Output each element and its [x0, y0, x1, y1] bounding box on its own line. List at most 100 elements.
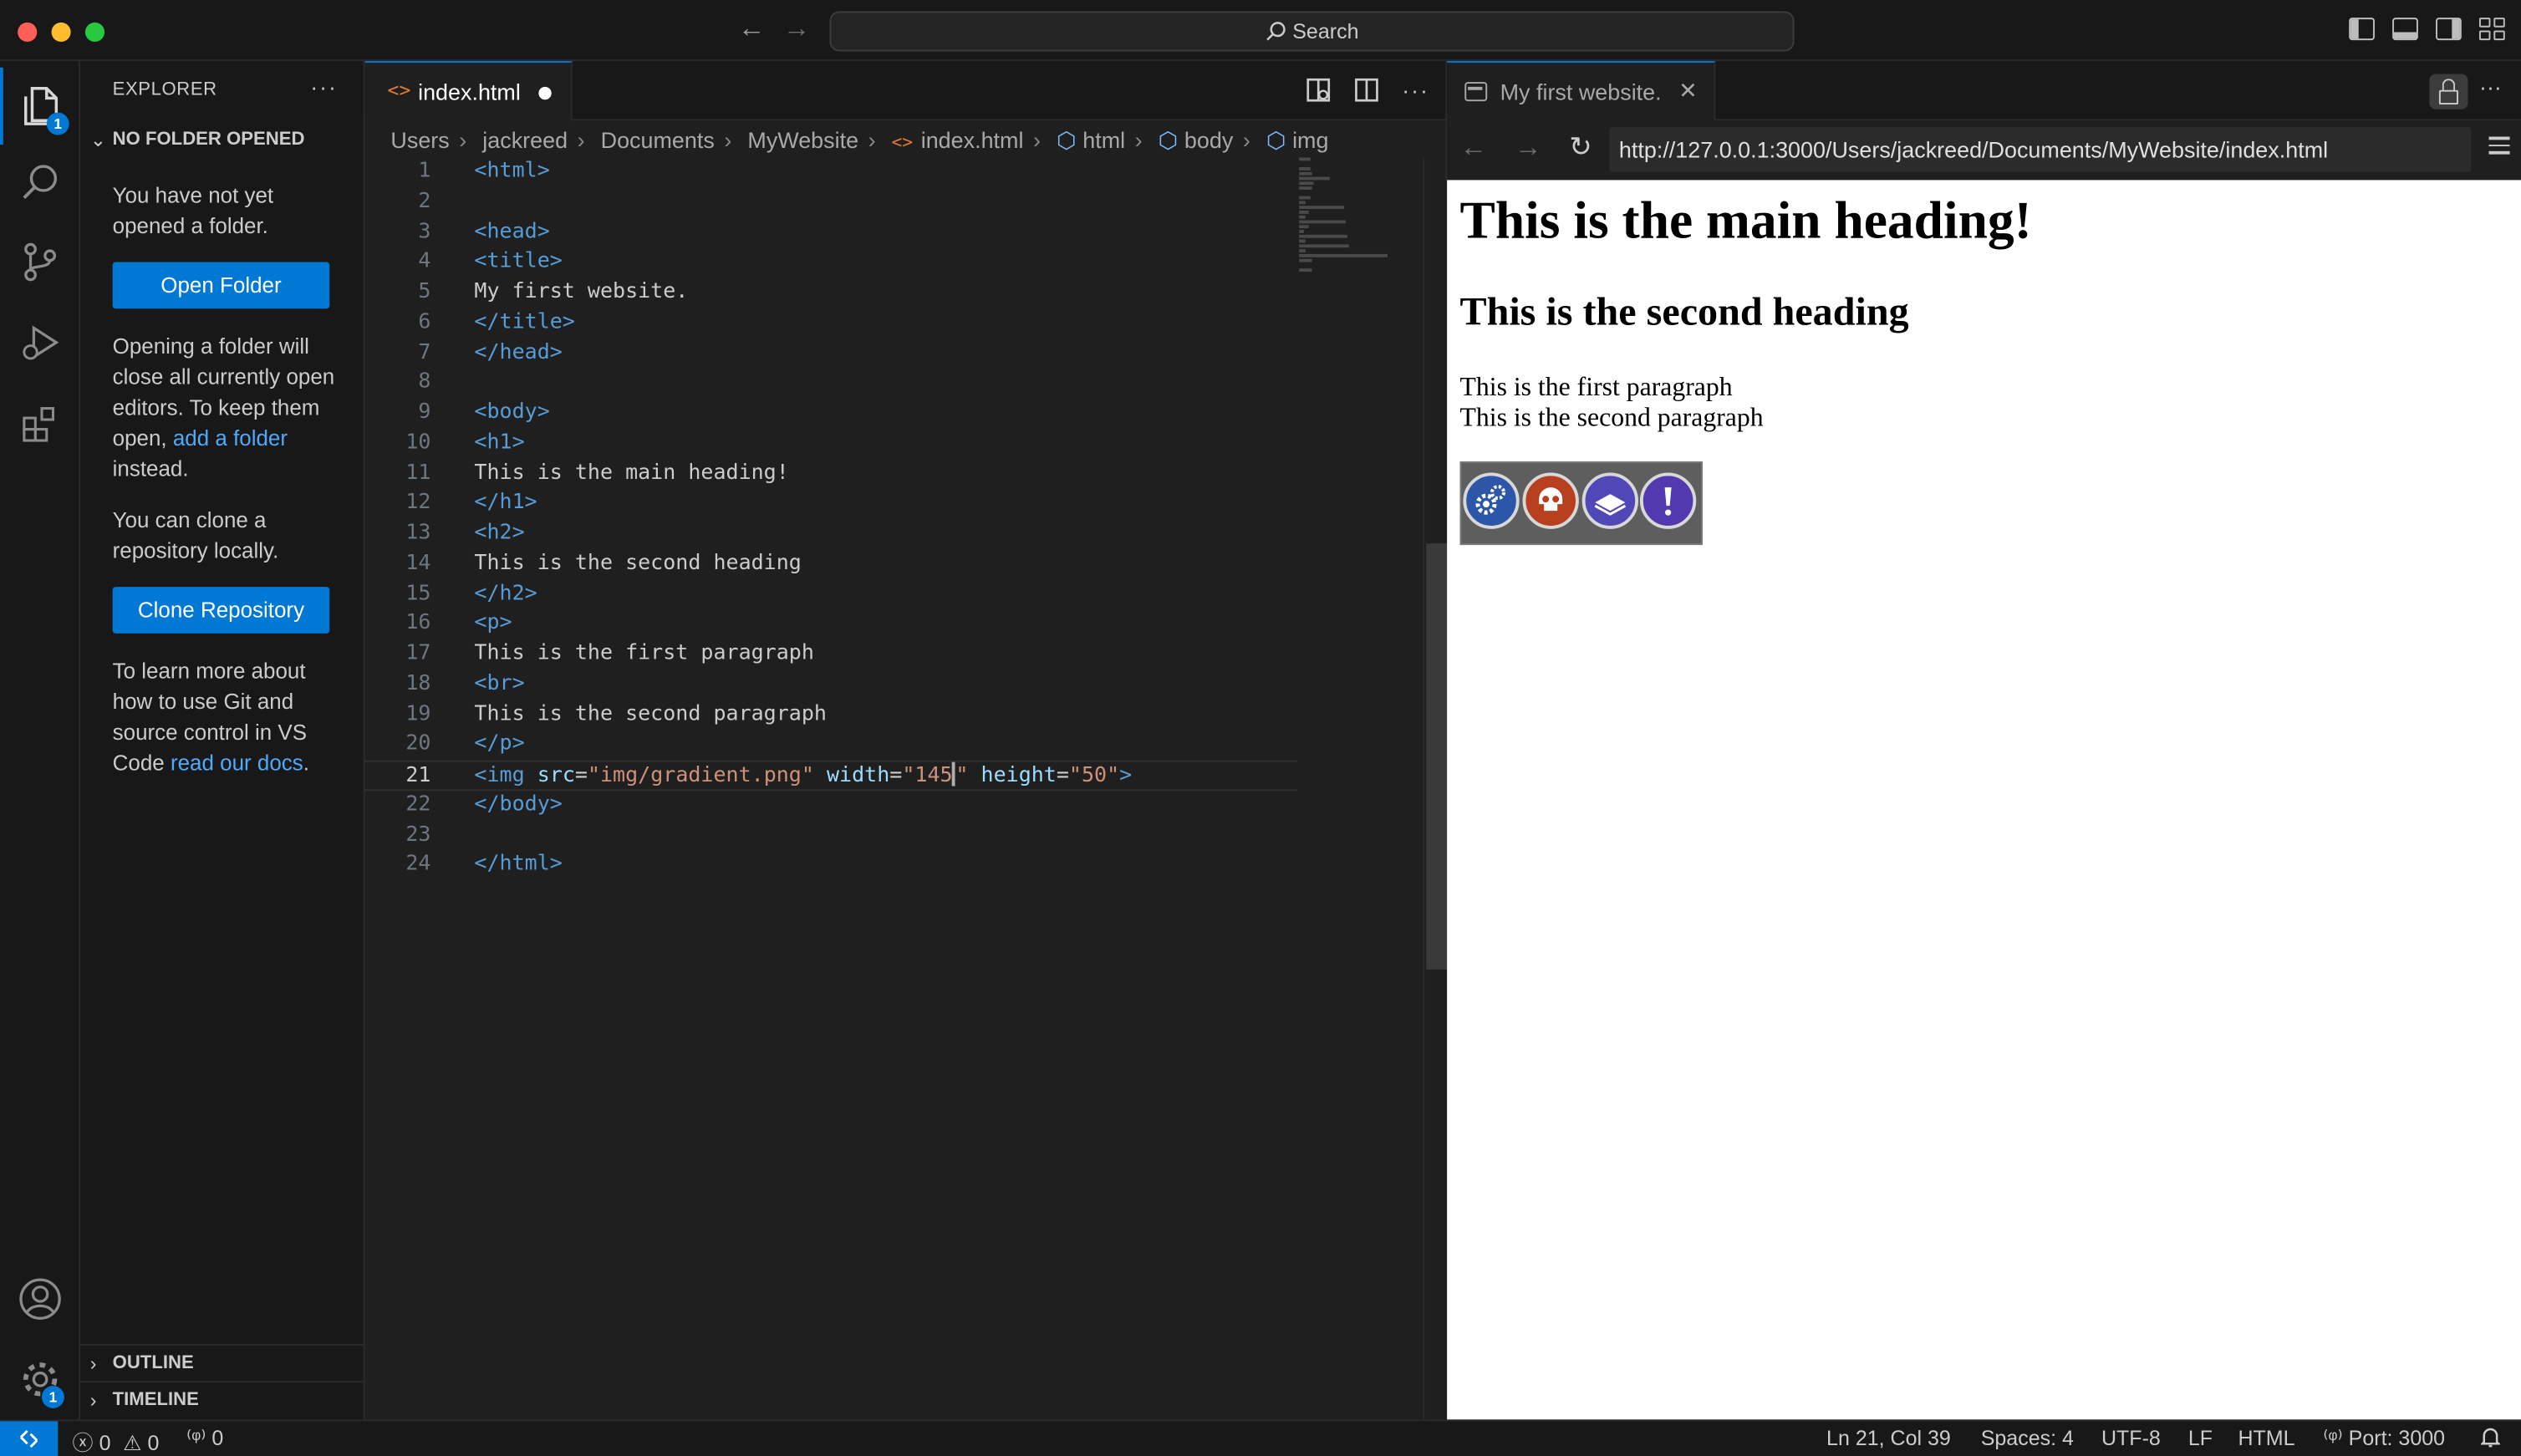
- breadcrumb-item[interactable]: img: [1292, 127, 1328, 153]
- add-folder-link[interactable]: add a folder: [173, 426, 288, 451]
- more-actions-icon[interactable]: ···: [2479, 74, 2502, 99]
- breadcrumb-item[interactable]: html: [1082, 127, 1125, 153]
- code-line[interactable]: 22 </body>: [365, 791, 1298, 821]
- line-number: 7: [418, 339, 431, 364]
- accounts-activity[interactable]: [0, 1260, 80, 1337]
- code-line[interactable]: 17 This is the first paragraph: [365, 640, 1298, 670]
- code-line[interactable]: 3 <head>: [365, 218, 1298, 248]
- code-line[interactable]: 12 </h1>: [365, 489, 1298, 519]
- problems-status[interactable]: ⓧ 0 ⚠ 0: [73, 1426, 160, 1456]
- forward-arrow-icon[interactable]: →: [783, 13, 811, 44]
- refresh-icon[interactable]: ↻: [1569, 132, 1592, 164]
- split-editor-icon[interactable]: [1354, 77, 1380, 103]
- breadcrumb-item[interactable]: body: [1184, 127, 1233, 153]
- breadcrumb-item[interactable]: Documents: [601, 127, 715, 153]
- editor-scrollbar[interactable]: [1423, 157, 1448, 1420]
- extensions-activity[interactable]: [0, 386, 80, 463]
- live-server-port-status[interactable]: ⁽ᵠ⁾ Port: 3000: [2323, 1426, 2445, 1452]
- unsaved-dot-icon[interactable]: [538, 86, 552, 100]
- code-text: </title>: [474, 308, 574, 339]
- outline-section-header[interactable]: › OUTLINE: [80, 1346, 364, 1381]
- code-token: </h1>: [474, 491, 537, 515]
- breadcrumb: Users › jackreed › Documents › MyWebsite › <…: [390, 126, 1329, 153]
- notifications-bell-icon[interactable]: [2479, 1426, 2502, 1453]
- source-control-activity[interactable]: [0, 223, 80, 300]
- encoding-status[interactable]: UTF-8: [2101, 1426, 2161, 1450]
- code-line[interactable]: 15 </h2>: [365, 579, 1298, 609]
- breadcrumb-item[interactable]: index.html: [921, 127, 1024, 153]
- code-token: <title>: [474, 249, 563, 274]
- code-line[interactable]: 16 <p>: [365, 609, 1298, 639]
- code-line[interactable]: 4 <title>: [365, 248, 1298, 278]
- url-input[interactable]: http://127.0.0.1:3000/Users/jackreed/Doc…: [1609, 126, 2472, 172]
- run-debug-activity[interactable]: [0, 304, 80, 381]
- open-preview-icon[interactable]: [1306, 77, 1332, 103]
- search-activity[interactable]: [0, 145, 80, 221]
- code-line[interactable]: 2: [365, 188, 1298, 218]
- code-text: <h1>: [474, 429, 524, 459]
- vscode-window: ← → Search 1 1 EXPLORER ··· ⌄ NO FOLDER …: [0, 0, 2521, 1456]
- lock-group-button[interactable]: [2429, 74, 2468, 109]
- code-line[interactable]: 1 <html>: [365, 157, 1298, 187]
- no-folder-section-header[interactable]: ⌄ NO FOLDER OPENED: [80, 122, 364, 157]
- code-line[interactable]: 5 My first website.: [365, 278, 1298, 308]
- code-line[interactable]: 23: [365, 821, 1298, 851]
- code-line[interactable]: 13 <h2>: [365, 519, 1298, 549]
- ports-status[interactable]: ⁽ᵠ⁾ 0: [186, 1426, 223, 1452]
- code-line[interactable]: 7 </head>: [365, 339, 1298, 369]
- close-icon[interactable]: ✕: [1678, 77, 1698, 104]
- more-actions-icon[interactable]: ···: [1402, 77, 1429, 103]
- clone-repository-button[interactable]: Clone Repository: [112, 587, 330, 634]
- code-line[interactable]: 6 </title>: [365, 308, 1298, 339]
- tab-browser-preview[interactable]: My first website. ✕: [1447, 61, 1716, 121]
- breadcrumb-item[interactable]: MyWebsite: [747, 127, 858, 153]
- manage-activity[interactable]: 1: [0, 1341, 80, 1418]
- code-line[interactable]: 9 <body>: [365, 399, 1298, 429]
- code-editor[interactable]: 1 <html> 2 3 <head> 4 <title> 5 My first website…: [364, 157, 1423, 1419]
- breadcrumb-item[interactable]: Users: [390, 127, 449, 153]
- browser-icon: [1464, 82, 1488, 102]
- code-line[interactable]: 20 </p>: [365, 731, 1298, 761]
- minimap[interactable]: [1299, 157, 1395, 272]
- timeline-section-header[interactable]: › TIMELINE: [80, 1382, 364, 1418]
- code-line[interactable]: 8: [365, 369, 1298, 399]
- toggle-panel-icon[interactable]: [2392, 18, 2418, 41]
- minimize-window-button[interactable]: [51, 22, 71, 43]
- minimap-line: [1299, 186, 1311, 190]
- code-line[interactable]: 10 <h1>: [365, 429, 1298, 459]
- code-line[interactable]: 14 This is the second heading: [365, 549, 1298, 579]
- back-arrow-icon[interactable]: ←: [1460, 132, 1488, 164]
- toggle-primary-sidebar-icon[interactable]: [2349, 18, 2375, 41]
- back-arrow-icon[interactable]: ←: [738, 13, 766, 44]
- remote-indicator[interactable]: [0, 1421, 59, 1456]
- code-line[interactable]: 24 </html>: [365, 851, 1298, 881]
- cursor-position[interactable]: Ln 21, Col 39: [1826, 1426, 1951, 1450]
- command-center-search[interactable]: Search: [829, 11, 1795, 52]
- code-line[interactable]: 11 This is the main heading!: [365, 459, 1298, 489]
- language-mode-status[interactable]: HTML: [2238, 1426, 2294, 1450]
- read-docs-link[interactable]: read our docs: [171, 751, 303, 775]
- tab-index-html[interactable]: <> index.html: [364, 61, 573, 121]
- code-text: This is the second heading: [474, 549, 801, 579]
- explorer-activity[interactable]: 1: [0, 67, 80, 145]
- close-window-button[interactable]: [18, 22, 38, 43]
- eol-status[interactable]: LF: [2188, 1426, 2213, 1450]
- maximize-window-button[interactable]: [84, 22, 105, 43]
- toggle-secondary-sidebar-icon[interactable]: [2436, 18, 2462, 41]
- breadcrumb-item[interactable]: jackreed: [482, 127, 568, 153]
- code-line[interactable]: 19 This is the second paragraph: [365, 700, 1298, 731]
- code-line[interactable]: 21 <img src="img/gradient.png" width="145…: [364, 760, 1298, 791]
- more-actions-icon[interactable]: ···: [310, 74, 338, 99]
- code-token: height: [980, 763, 1057, 788]
- explorer-badge: 1: [46, 112, 69, 135]
- indentation-status[interactable]: Spaces: 4: [1981, 1426, 2074, 1450]
- code-line[interactable]: 18 <br>: [365, 670, 1298, 700]
- forward-arrow-icon[interactable]: →: [1515, 132, 1542, 164]
- line-number: 10: [405, 430, 431, 455]
- scrollbar-thumb[interactable]: [1426, 543, 1448, 970]
- menu-icon[interactable]: [2488, 136, 2510, 158]
- code-token: This is the second heading: [474, 551, 802, 576]
- line-number: 19: [405, 701, 431, 726]
- open-folder-button[interactable]: Open Folder: [112, 262, 330, 309]
- customize-layout-icon[interactable]: [2478, 18, 2505, 41]
